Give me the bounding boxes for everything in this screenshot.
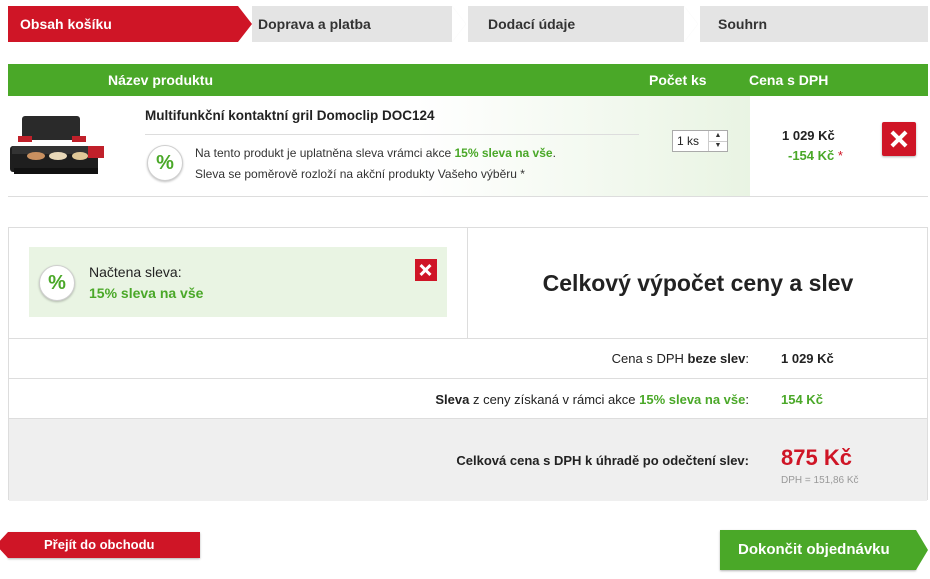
base-price-label: Cena s DPH beze slev:	[612, 351, 749, 366]
divider	[145, 134, 639, 135]
discount-amount: 154 Kč	[781, 392, 823, 407]
step-label: Obsah košíku	[20, 16, 112, 32]
step-summary[interactable]: Souhrn	[700, 6, 928, 42]
remove-product-button[interactable]	[882, 122, 916, 156]
decrement-arrow-icon[interactable]: ▼	[709, 141, 727, 151]
discount-label-bold: Sleva	[435, 392, 470, 407]
quantity-value[interactable]: 1 ks	[677, 134, 699, 148]
quantity-spinner: ▲ ▼	[708, 131, 727, 151]
discount-label-mid: z ceny získaná v rámci akce	[469, 392, 640, 407]
discount-text-prefix: Na tento produkt je uplatněna sleva vrám…	[195, 146, 452, 160]
discount-percent-icon: %	[39, 265, 75, 301]
step-separator	[684, 6, 698, 42]
cart-product-row: Multifunkční kontaktní gril Domoclip DOC…	[8, 96, 928, 197]
total-amount: 875 Kč	[781, 445, 852, 470]
step-delivery-details[interactable]: Dodací údaje	[468, 6, 684, 42]
step-label: Souhrn	[718, 16, 767, 32]
product-price: 1 029 Kč	[782, 128, 835, 143]
total-label: Celková cena s DPH k úhradě po odečtení …	[456, 453, 749, 468]
loaded-discount-label: Načtena sleva:	[89, 264, 182, 280]
step-cart-content[interactable]: Obsah košíku	[8, 6, 238, 42]
discount-note: Sleva se poměrově rozloží na akční produ…	[195, 167, 525, 181]
base-price-amount: 1 029 Kč	[781, 351, 834, 366]
product-image[interactable]	[8, 106, 108, 186]
discount-text-suffix: .	[552, 146, 556, 160]
summary-row-total: Celková cena s DPH k úhradě po odečtení …	[9, 418, 927, 501]
finish-order-label: Dokončit objednávku	[738, 541, 890, 558]
step-label: Dodací údaje	[488, 16, 576, 32]
cart-table-header: Název produktu Počet ks Cena s DPH	[8, 64, 928, 96]
calc-title: Celkový výpočet ceny a slev	[542, 270, 854, 296]
step-label: Doprava a platba	[258, 16, 371, 32]
product-price-discount: -154 Kč *	[788, 148, 843, 163]
loaded-discount: % Načtena sleva: 15% sleva na vše	[29, 247, 447, 317]
discount-label-suffix: :	[745, 392, 749, 407]
base-price-label-suffix: :	[745, 351, 749, 366]
checkout-steps: Obsah košíku Doprava a platba Dodací úda…	[8, 6, 928, 42]
back-to-shop-label: Přejít do obchodu	[44, 537, 155, 552]
summary-row-discount: Sleva z ceny získaná v rámci akce 15% sl…	[9, 378, 927, 419]
loaded-discount-panel: % Načtena sleva: 15% sleva na vše	[9, 228, 468, 338]
vat-amount: DPH = 151,86 Kč	[781, 475, 859, 486]
finish-order-button[interactable]: Dokončit objednávku	[720, 530, 928, 570]
remove-discount-button[interactable]	[415, 259, 437, 281]
discount-percent-icon: %	[147, 145, 183, 181]
price-summary-box: % Načtena sleva: 15% sleva na vše Celkov…	[8, 227, 928, 501]
step-separator	[452, 6, 466, 42]
column-price: Cena s DPH	[749, 72, 829, 88]
back-to-shop-button[interactable]: Přejít do obchodu	[0, 532, 200, 558]
column-product-name: Název produktu	[108, 72, 214, 88]
step-shipping-payment[interactable]: Doprava a platba	[252, 6, 452, 42]
step-arrow	[238, 6, 252, 42]
summary-row-base-price: Cena s DPH beze slev: 1 029 Kč	[9, 338, 927, 379]
discount-label: Sleva z ceny získaná v rámci akce 15% sl…	[435, 392, 749, 407]
discount-amount: -154 Kč	[788, 148, 835, 163]
column-quantity: Počet ks	[649, 72, 707, 88]
discount-info-text: Na tento produkt je uplatněna sleva vrám…	[195, 146, 556, 160]
product-name[interactable]: Multifunkční kontaktní gril Domoclip DOC…	[145, 108, 435, 123]
discount-asterisk: *	[837, 148, 843, 163]
base-price-label-prefix: Cena s DPH	[611, 351, 688, 366]
discount-action-name: 15% sleva na vše	[454, 146, 553, 160]
discount-label-action: 15% sleva na vše	[639, 392, 746, 407]
quantity-stepper[interactable]: 1 ks ▲ ▼	[672, 130, 728, 152]
base-price-label-bold: beze slev	[687, 351, 746, 366]
loaded-discount-value: 15% sleva na vše	[89, 285, 204, 301]
